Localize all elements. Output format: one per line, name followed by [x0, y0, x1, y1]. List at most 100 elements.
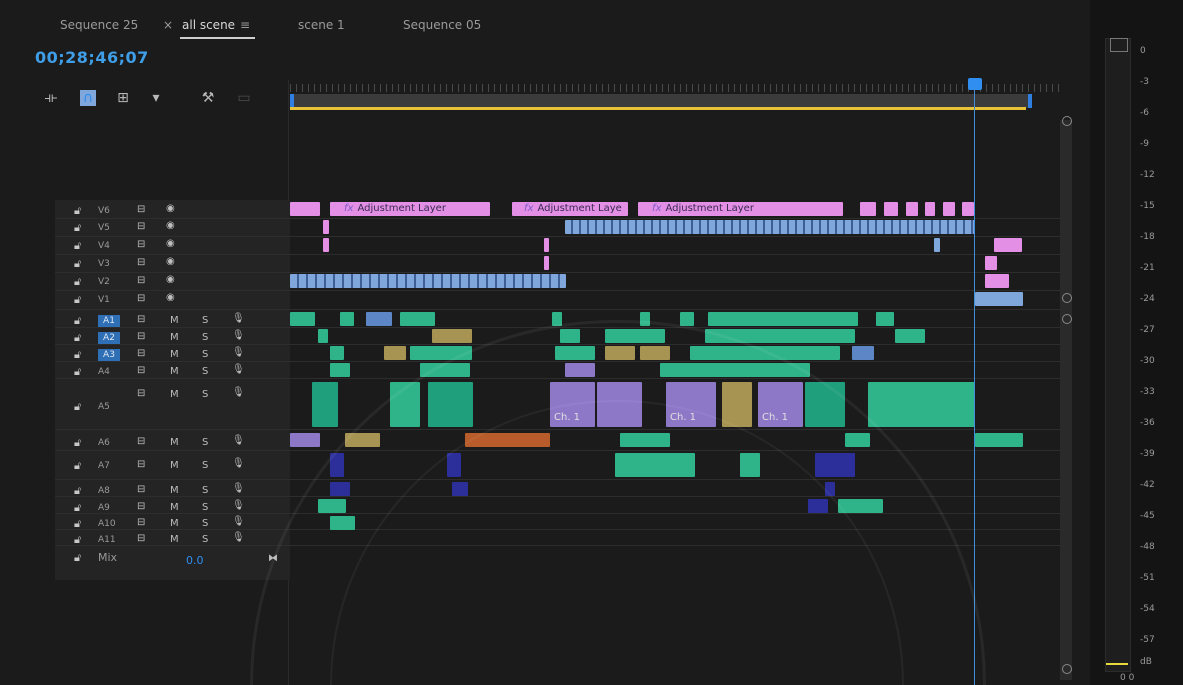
magnet-icon[interactable]: ∩: [80, 90, 96, 106]
playhead-timecode[interactable]: 00;28;46;07: [35, 48, 149, 67]
sync-lock-icon[interactable]: ⊟: [137, 275, 145, 286]
clip[interactable]: [852, 346, 874, 360]
clip[interactable]: [962, 202, 974, 216]
track-name-v5[interactable]: V5: [98, 222, 120, 234]
tab-all-scene[interactable]: all scene: [182, 18, 235, 32]
clip[interactable]: [323, 238, 329, 252]
meter-label: -15: [1140, 201, 1155, 211]
work-area-in-handle[interactable]: [290, 94, 294, 108]
clip[interactable]: [323, 220, 329, 234]
eye-icon[interactable]: ◉: [166, 238, 175, 249]
lock-icon[interactable]: 🔓︎: [74, 293, 81, 307]
clip[interactable]: fx Adjustment Layer: [330, 202, 490, 216]
track-name-v1[interactable]: V1: [98, 294, 120, 306]
clip[interactable]: [906, 202, 918, 216]
track-row-v3: [55, 255, 1060, 273]
eye-icon[interactable]: ◉: [166, 203, 175, 214]
linked-selection-icon[interactable]: ⊞: [115, 90, 131, 106]
clip-label: fx Adjustment Layer: [344, 203, 446, 214]
clip[interactable]: [895, 329, 925, 343]
clip[interactable]: [330, 363, 350, 377]
clip[interactable]: [876, 312, 894, 326]
eye-icon[interactable]: ◉: [166, 256, 175, 267]
eye-icon[interactable]: ◉: [166, 292, 175, 303]
lock-icon[interactable]: 🔓︎: [74, 275, 81, 289]
clip[interactable]: [400, 312, 435, 326]
track-name-v2[interactable]: V2: [98, 276, 120, 288]
scroll-knob[interactable]: [1062, 116, 1072, 126]
sync-lock-icon[interactable]: ⊟: [137, 204, 145, 215]
tab-sequence-05[interactable]: Sequence 05: [403, 18, 481, 32]
clip[interactable]: [544, 238, 549, 252]
clip[interactable]: [860, 202, 876, 216]
clip[interactable]: [290, 202, 320, 216]
clip[interactable]: [384, 346, 406, 360]
clip[interactable]: [544, 256, 549, 270]
meter-label: -54: [1140, 604, 1155, 614]
clip[interactable]: [330, 346, 344, 360]
lock-icon[interactable]: 🔓︎: [74, 257, 81, 271]
track-name-v4[interactable]: V4: [98, 240, 120, 252]
playhead-handle[interactable]: [968, 78, 982, 90]
tab-sequence-25[interactable]: Sequence 25: [60, 18, 138, 32]
clip[interactable]: [975, 292, 1023, 306]
clip[interactable]: [884, 202, 898, 216]
clip[interactable]: [366, 312, 392, 326]
wrench-icon[interactable]: ⚒: [200, 90, 216, 106]
clip[interactable]: [290, 433, 320, 447]
eye-icon[interactable]: ◉: [166, 274, 175, 285]
lock-icon[interactable]: 🔓︎: [74, 239, 81, 253]
work-area-out-handle[interactable]: [1028, 94, 1032, 108]
clip[interactable]: [925, 202, 935, 216]
clip[interactable]: [318, 329, 328, 343]
sync-lock-icon[interactable]: ⊟: [137, 293, 145, 304]
clip[interactable]: [985, 274, 1009, 288]
meter-label: -3: [1140, 77, 1149, 87]
lock-icon[interactable]: 🔓︎: [74, 551, 81, 565]
track-name-v3[interactable]: V3: [98, 258, 120, 270]
eye-icon[interactable]: ◉: [166, 220, 175, 231]
lock-icon[interactable]: 🔓︎: [74, 204, 81, 218]
clip[interactable]: [943, 202, 955, 216]
clip[interactable]: [290, 274, 566, 288]
clip[interactable]: fx Adjustment Layer: [638, 202, 843, 216]
clip[interactable]: [340, 312, 354, 326]
clip[interactable]: [975, 433, 1023, 447]
work-area-bar[interactable]: [290, 94, 1032, 108]
meter-level: [1106, 663, 1128, 665]
clip[interactable]: [312, 382, 338, 427]
clip[interactable]: [680, 312, 694, 326]
tab-menu-icon[interactable]: ≡: [240, 18, 250, 32]
meter-label: -36: [1140, 418, 1155, 428]
render-bar: [290, 107, 1026, 110]
marker-icon[interactable]: ▾: [148, 90, 164, 106]
clip[interactable]: [868, 382, 975, 427]
tab-close-icon[interactable]: ×: [163, 18, 173, 32]
scroll-knob[interactable]: [1062, 293, 1072, 303]
scroll-knob[interactable]: [1062, 664, 1072, 674]
captions-icon[interactable]: ▭: [236, 90, 252, 106]
meter-label: -57: [1140, 635, 1155, 645]
meter-label: -12: [1140, 170, 1155, 180]
tab-scene-1[interactable]: scene 1: [298, 18, 345, 32]
sync-lock-icon[interactable]: ⊟: [137, 239, 145, 250]
clip[interactable]: [985, 256, 997, 270]
clip[interactable]: [994, 238, 1022, 252]
clip[interactable]: fx Adjustment Laye: [512, 202, 628, 216]
meter-peak-readout[interactable]: 0 0: [1120, 673, 1134, 683]
meter-label: -24: [1140, 294, 1155, 304]
scroll-knob[interactable]: [1062, 314, 1072, 324]
mix-value[interactable]: 0.0: [186, 554, 204, 567]
clip[interactable]: [708, 312, 858, 326]
sync-lock-icon[interactable]: ⊟: [137, 221, 145, 232]
lock-icon[interactable]: 🔓︎: [74, 221, 81, 235]
time-ruler[interactable]: [290, 84, 1060, 92]
clip[interactable]: [934, 238, 940, 252]
vertical-scrollbar[interactable]: [1060, 120, 1072, 680]
sync-lock-icon[interactable]: ⊟: [137, 257, 145, 268]
clip[interactable]: [432, 329, 472, 343]
snap-insert-icon[interactable]: ⟛: [43, 90, 59, 106]
clip[interactable]: [565, 220, 975, 234]
track-name-v6[interactable]: V6: [98, 205, 120, 217]
clip[interactable]: [290, 312, 315, 326]
